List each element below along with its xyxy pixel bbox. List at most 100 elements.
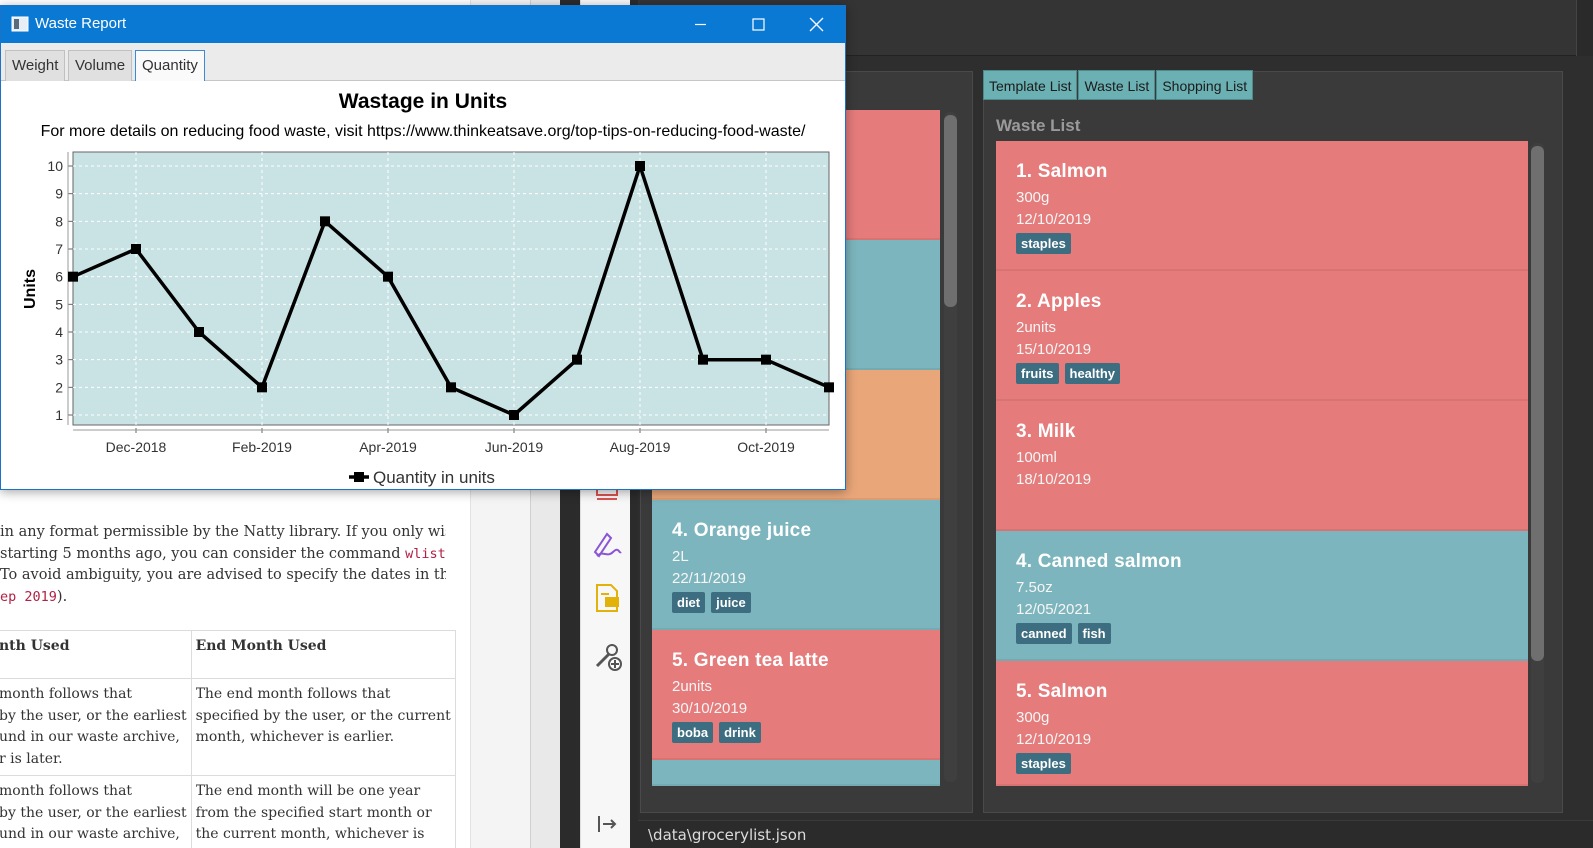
legend-marker xyxy=(354,472,364,482)
x-tick-label: Aug-2019 xyxy=(610,439,671,455)
list-item[interactable]: 2. Apples 2units 15/10/2019 fruits healthy xyxy=(996,271,1528,401)
item-date: 30/10/2019 xyxy=(672,699,748,717)
x-tick-label: Feb-2019 xyxy=(232,439,292,455)
table-row: month follows that by the user, or the e… xyxy=(0,678,456,776)
waste-report-window: Waste Report Weight Volume Quantity Wast… xyxy=(0,5,846,490)
tab-quantity[interactable]: Quantity xyxy=(135,50,205,81)
item-name: 4. Orange juice xyxy=(672,520,812,541)
x-tick-label: Dec-2018 xyxy=(106,439,167,455)
tab-template-list[interactable]: Template List xyxy=(983,70,1078,100)
cell-line: specified by the user, or the current xyxy=(195,707,451,724)
minimize-icon xyxy=(695,23,706,26)
doc-line: starting 5 months ago, you can consider … xyxy=(0,544,446,566)
tag-badge: juice xyxy=(711,592,751,613)
y-tick-label: 2 xyxy=(55,379,63,395)
exit-icon[interactable] xyxy=(591,808,623,840)
doc-text: starting 5 months ago, you can consider … xyxy=(0,545,406,562)
tab-waste-list[interactable]: Waste List xyxy=(1078,70,1156,100)
item-tags: canned fish xyxy=(1016,623,1528,645)
data-point xyxy=(131,244,141,254)
list-item[interactable] xyxy=(652,760,940,786)
waste-list-title: Waste List xyxy=(996,116,1081,135)
y-tick-label: 10 xyxy=(47,158,63,174)
status-bar-path: \data\grocerylist.json xyxy=(638,820,1593,848)
cell-line: the current month, whichever is xyxy=(195,826,425,842)
doc-text: in any format permissible by the Natty l… xyxy=(0,524,446,540)
tab-shopping-list[interactable]: Shopping List xyxy=(1156,70,1254,100)
item-name: 1. Salmon xyxy=(1016,161,1108,182)
cell-line: month, whichever is earlier. xyxy=(195,729,395,745)
chart-subtitle: For more details on reducing food waste,… xyxy=(41,123,806,140)
y-tick-label: 6 xyxy=(55,269,63,285)
item-amount: 2units xyxy=(672,678,713,695)
item-name: 3. Milk xyxy=(1016,421,1076,442)
comment-document-icon[interactable] xyxy=(591,582,623,614)
tools-icon[interactable] xyxy=(591,640,623,672)
list-tabs: Template List Waste List Shopping List xyxy=(983,70,1254,100)
list-item[interactable]: 5. Green tea latte 2units 30/10/2019 boba dr… xyxy=(652,630,940,760)
minimize-button[interactable] xyxy=(671,6,729,43)
item-date: 12/05/2021 xyxy=(1016,600,1092,618)
window-titlebar[interactable]: Waste Report xyxy=(1,6,845,43)
maximize-icon xyxy=(752,18,765,31)
doc-line: ep 2019). xyxy=(0,587,446,609)
close-button[interactable] xyxy=(787,6,845,43)
cell-line: by the user, or the earliest xyxy=(0,707,187,724)
data-point xyxy=(509,410,519,420)
tab-volume[interactable]: Volume xyxy=(68,50,133,81)
doc-line: To avoid ambiguity, you are advised to s… xyxy=(0,565,446,587)
signature-icon[interactable] xyxy=(591,528,623,560)
y-tick-label: 5 xyxy=(55,296,63,312)
data-point xyxy=(572,354,582,365)
window-title: Waste Report xyxy=(35,15,127,32)
y-axis-label: Units xyxy=(22,269,39,309)
legend-label: Quantity in units xyxy=(373,468,495,487)
doc-code: ep 2019 xyxy=(0,588,57,605)
tag-badge: fruits xyxy=(1016,363,1059,384)
grocery-list-scroll-thumb[interactable] xyxy=(944,115,957,307)
table-cell: The end month follows that specified by … xyxy=(190,678,456,776)
table-header: nth Used xyxy=(0,630,192,679)
tag-badge: diet xyxy=(672,592,706,613)
waste-list-scroll-thumb[interactable] xyxy=(1531,146,1544,661)
cell-line: by the user, or the earliest xyxy=(0,804,187,821)
wastage-line-chart: Wastage in Units For more details on redu… xyxy=(22,90,834,487)
doc-paragraph: in any format permissible by the Natty l… xyxy=(0,522,446,608)
list-item[interactable]: 3. Milk 100ml 18/10/2019 xyxy=(996,401,1528,531)
list-item[interactable]: 1. Salmon 300g 12/10/2019 staples xyxy=(996,141,1528,271)
item-date: 22/11/2019 xyxy=(672,569,746,587)
x-tick-label: Jun-2019 xyxy=(485,439,544,455)
data-point xyxy=(635,161,645,171)
data-point xyxy=(68,271,78,282)
doc-line: in any format permissible by the Natty l… xyxy=(0,522,446,544)
cell-line: und in our waste archive, xyxy=(0,729,180,745)
app-top-scrollbar[interactable] xyxy=(1576,0,1593,56)
y-tick-label: 1 xyxy=(55,407,63,423)
cell-line: The end month will be one year xyxy=(195,783,421,799)
cell-line: und in our waste archive, xyxy=(0,826,180,842)
tab-weight[interactable]: Weight xyxy=(5,50,66,81)
item-date: 12/10/2019 xyxy=(1016,730,1092,748)
data-point xyxy=(383,271,393,282)
table-header: End Month Used xyxy=(190,630,456,679)
item-name: 5. Green tea latte xyxy=(672,650,829,671)
table-cell: The end month will be one year from the … xyxy=(190,775,456,848)
data-point xyxy=(194,327,204,337)
item-date: 18/10/2019 xyxy=(1016,470,1092,488)
maximize-button[interactable] xyxy=(729,6,787,43)
item-amount: 100ml xyxy=(1016,449,1057,466)
item-amount: 300g xyxy=(1016,709,1050,726)
item-tags: boba drink xyxy=(672,722,940,744)
close-icon xyxy=(809,17,824,32)
doc-code: wlist xyxy=(405,545,446,562)
tag-badge: staples xyxy=(1016,233,1071,254)
item-amount: 7.5oz xyxy=(1016,579,1053,596)
data-point xyxy=(320,216,330,227)
list-item[interactable]: 5. Salmon 300g 12/10/2019 staples xyxy=(996,661,1528,786)
tag-badge: fish xyxy=(1077,623,1111,644)
tag-badge: boba xyxy=(672,722,714,743)
y-tick-label: 8 xyxy=(55,213,63,229)
x-tick-label: Oct-2019 xyxy=(737,439,795,455)
list-item[interactable]: 4. Orange juice 2L 22/11/2019 diet juice xyxy=(652,500,940,630)
list-item[interactable]: 4. Canned salmon 7.5oz 12/05/2021 canned fis… xyxy=(996,531,1528,661)
